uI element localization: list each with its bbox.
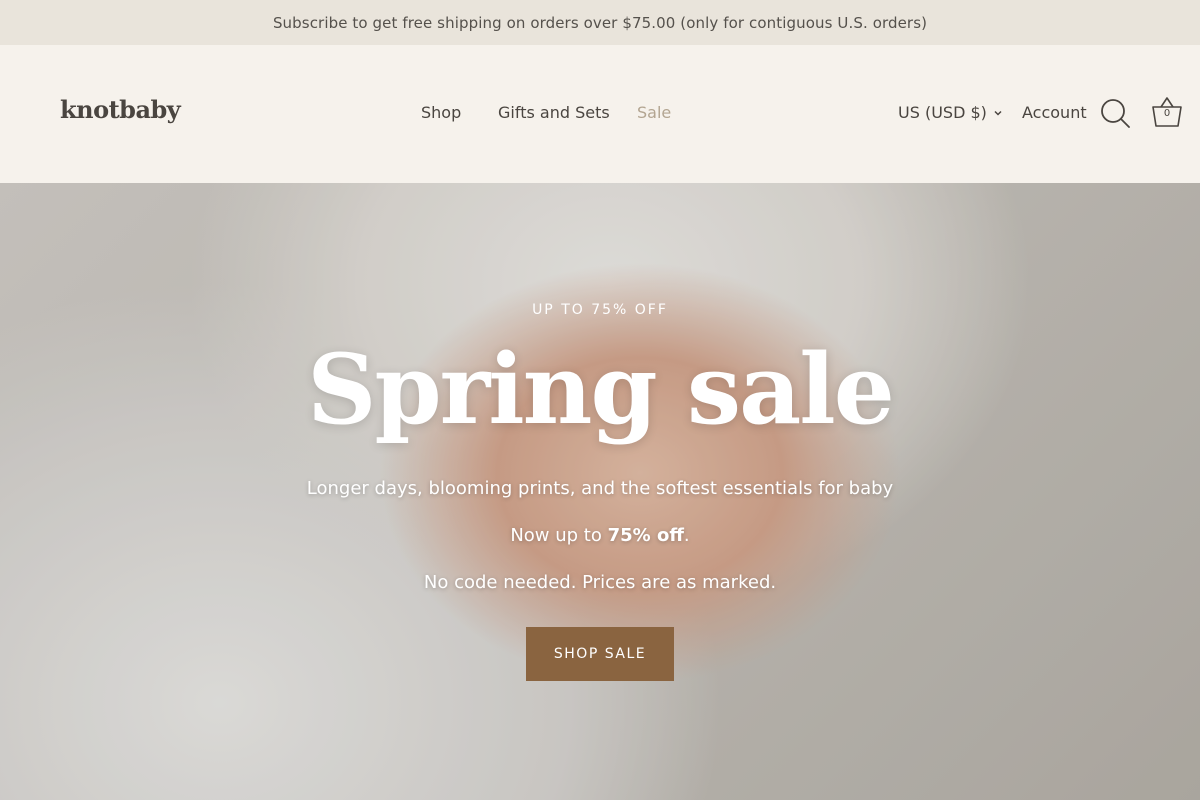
logo[interactable]: knotbaby: [60, 95, 181, 124]
site-header: knotbaby Shop Gifts and Sets Sale US (US…: [0, 45, 1200, 183]
hero-headline: Spring sale: [307, 333, 895, 446]
nav-sale[interactable]: Sale: [637, 103, 671, 122]
announcement-bar: Subscribe to get free shipping on orders…: [0, 0, 1200, 45]
cart-count-badge: 0: [1163, 108, 1171, 119]
nav-gifts-and-sets[interactable]: Gifts and Sets: [498, 103, 610, 122]
search-icon[interactable]: [1099, 97, 1131, 129]
hero-discount-suffix: .: [683, 525, 690, 546]
shop-sale-button[interactable]: SHOP SALE: [526, 627, 674, 681]
hero-note: No code needed. Prices are as marked.: [423, 572, 777, 593]
hero-discount-value: 75% off: [607, 525, 684, 546]
hero-content: UP TO 75% OFF Spring sale Longer days, b…: [0, 183, 1200, 800]
hero-banner: UP TO 75% OFF Spring sale Longer days, b…: [0, 183, 1200, 800]
cart-button[interactable]: 0: [1150, 95, 1184, 129]
account-link[interactable]: Account: [1022, 103, 1087, 122]
hero-eyebrow: UP TO 75% OFF: [532, 302, 668, 318]
currency-selector[interactable]: US (USD $): [898, 103, 1003, 122]
hero-description: Longer days, blooming prints, and the so…: [306, 478, 894, 499]
hero-discount-line: Now up to 75% off.: [0, 525, 1200, 546]
currency-label: US (USD $): [898, 103, 987, 122]
hero-discount-prefix: Now up to: [510, 525, 608, 546]
chevron-down-icon: [994, 110, 1002, 116]
nav-shop[interactable]: Shop: [421, 103, 461, 122]
announcement-text: Subscribe to get free shipping on orders…: [272, 13, 928, 32]
